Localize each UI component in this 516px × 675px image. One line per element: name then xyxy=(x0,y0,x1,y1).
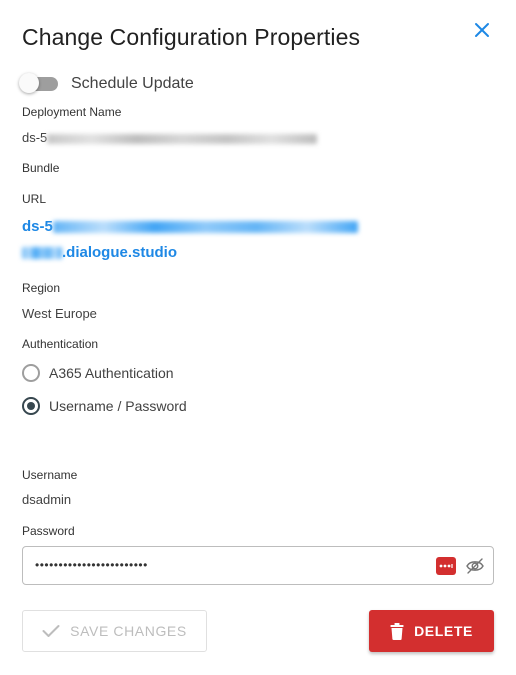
radio-username-password[interactable]: Username / Password xyxy=(22,395,187,417)
delete-label: DELETE xyxy=(414,623,473,639)
radio-label: A365 Authentication xyxy=(49,365,174,381)
region-value: West Europe xyxy=(22,306,97,321)
url-suffix: .dialogue.studio xyxy=(62,244,177,261)
password-manager-icon[interactable] xyxy=(436,557,456,575)
save-changes-button[interactable]: SAVE CHANGES xyxy=(22,610,207,652)
url-link-line1[interactable]: ds-5 xyxy=(22,218,358,235)
radio-button[interactable] xyxy=(22,397,40,415)
redacted-text xyxy=(22,247,62,260)
dots-icon xyxy=(439,564,453,568)
authentication-label: Authentication xyxy=(22,337,99,351)
password-label: Password xyxy=(22,524,75,538)
dialog-title: Change Configuration Properties xyxy=(22,24,361,50)
deployment-name-label: Deployment Name xyxy=(22,105,122,119)
deployment-name-value: ds-5 xyxy=(22,130,318,145)
schedule-update-toggle-row: Schedule Update xyxy=(19,72,194,96)
close-icon xyxy=(475,23,489,37)
check-icon xyxy=(42,625,60,637)
username-value: dsadmin xyxy=(22,492,72,507)
password-masked-value: •••••••••••••••••••••••• xyxy=(35,558,148,572)
close-button[interactable] xyxy=(470,18,494,42)
toggle-thumb xyxy=(19,73,39,93)
password-input[interactable]: •••••••••••••••••••••••• xyxy=(22,546,494,585)
username-label: Username xyxy=(22,468,78,482)
url-label: URL xyxy=(22,192,47,206)
trash-icon xyxy=(390,622,404,640)
schedule-update-toggle[interactable] xyxy=(19,73,58,93)
save-changes-label: SAVE CHANGES xyxy=(70,623,187,639)
redacted-text xyxy=(47,133,318,144)
deployment-name-prefix: ds-5 xyxy=(22,130,48,145)
url-prefix: ds-5 xyxy=(22,218,53,235)
radio-button[interactable] xyxy=(22,364,40,382)
radio-a365-authentication[interactable]: A365 Authentication xyxy=(22,362,174,384)
region-label: Region xyxy=(22,281,61,295)
bundle-label: Bundle xyxy=(22,161,60,175)
change-config-dialog: Change Configuration Properties Schedule… xyxy=(0,0,516,675)
eye-off-icon[interactable] xyxy=(465,557,485,575)
url-link-line2[interactable]: .dialogue.studio xyxy=(22,244,177,261)
redacted-text xyxy=(52,221,358,234)
delete-button[interactable]: DELETE xyxy=(369,610,494,652)
radio-label: Username / Password xyxy=(49,398,187,414)
schedule-update-label: Schedule Update xyxy=(71,75,194,92)
